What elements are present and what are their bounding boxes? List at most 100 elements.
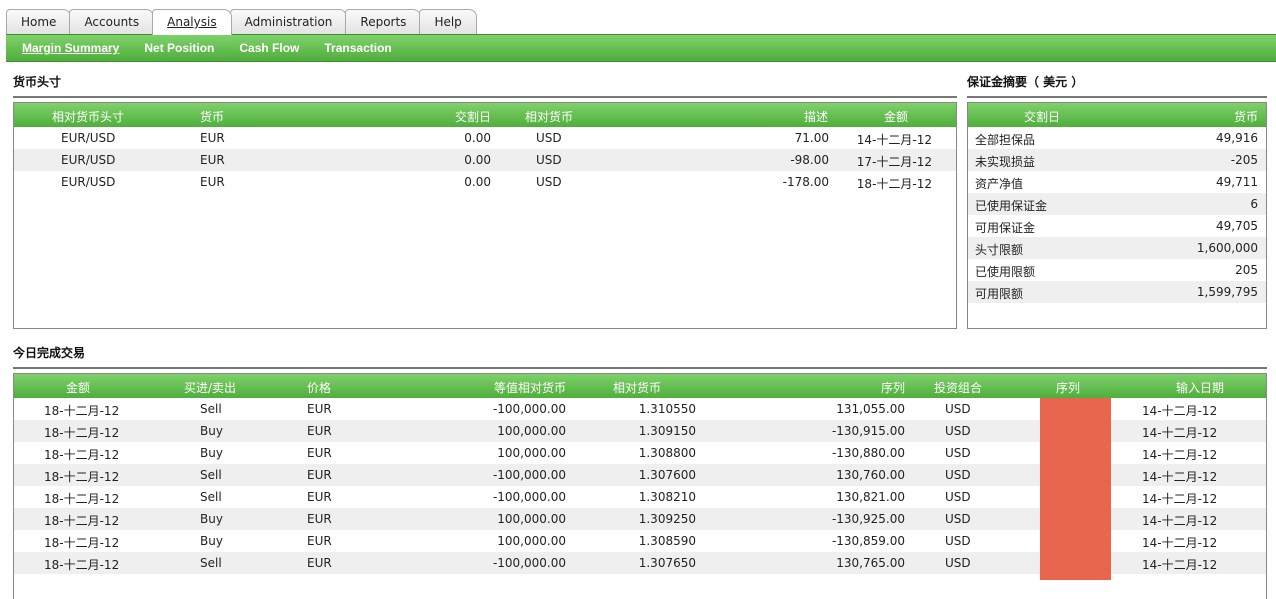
cell: 18-十二月-12	[44, 426, 120, 440]
cell: 已使用限额	[975, 265, 1036, 279]
cell: 18-十二月-12	[44, 448, 120, 462]
positions-header: 相对货币头寸 货币 交割日 相对货币 描述 金额	[14, 103, 956, 127]
cell: 17-十二月-12	[856, 155, 932, 169]
cell: USD	[536, 153, 562, 167]
header-col[interactable]: 序列	[881, 379, 905, 396]
tab-home[interactable]: Home	[6, 9, 72, 34]
cell: 资产净值	[975, 177, 1024, 191]
cell: -130,925.00	[831, 512, 905, 526]
header-col[interactable]: 货币	[1234, 108, 1258, 125]
cell: 14-十二月-12	[1142, 470, 1218, 484]
cell: 未实现损益	[975, 155, 1036, 169]
cell: 1.308800	[638, 446, 696, 460]
table-row: 已使用保证金 6	[968, 193, 1266, 215]
table-row[interactable]: EUR/USD EUR 0.00 USD -178.00 18-十二月-12	[14, 171, 956, 193]
subtab-transaction[interactable]: Transaction	[324, 41, 391, 55]
cell: -100,000.00	[492, 490, 566, 504]
header-col[interactable]: 价格	[307, 379, 331, 396]
cell: Buy	[200, 446, 223, 460]
cell: -178.00	[782, 175, 829, 189]
cell: 0.00	[464, 175, 491, 189]
table-row[interactable]: EUR/USD EUR 0.00 USD -98.00 17-十二月-12	[14, 149, 956, 171]
header-col[interactable]: 交割日	[1024, 108, 1060, 125]
cell: EUR/USD	[61, 131, 116, 145]
cell: EUR	[307, 468, 332, 482]
cell: 14-十二月-12	[1142, 558, 1218, 572]
header-col[interactable]: 买进/卖出	[184, 379, 236, 396]
cell: 130,760.00	[836, 468, 905, 482]
tab-help[interactable]: Help	[419, 9, 477, 34]
cell: Buy	[200, 534, 223, 548]
header-col[interactable]: 相对货币头寸	[52, 108, 124, 125]
cell: 已使用保证金	[975, 199, 1048, 213]
cell: -98.00	[790, 153, 829, 167]
header-col[interactable]: 投资组合	[934, 379, 982, 396]
cell: USD	[945, 534, 971, 548]
header-col[interactable]: 序列	[1056, 379, 1080, 396]
header-col[interactable]: 货币	[200, 108, 224, 125]
header-col[interactable]: 输入日期	[1176, 379, 1224, 396]
cell: 1.309250	[638, 512, 696, 526]
table-row: 可用限额 1,599,795	[968, 281, 1266, 303]
sub-navigation: Margin Summary Net Position Cash Flow Tr…	[6, 34, 1276, 62]
cell: -130,915.00	[831, 424, 905, 438]
cell: 14-十二月-12	[1142, 536, 1218, 550]
cell: 14-十二月-12	[1142, 426, 1218, 440]
subtab-cash-flow[interactable]: Cash Flow	[239, 41, 299, 55]
tab-administration[interactable]: Administration	[229, 9, 348, 34]
table-row: 资产净值 49,711	[968, 171, 1266, 193]
cell: 18-十二月-12	[44, 470, 120, 484]
header-col[interactable]: 等值相对货币	[494, 379, 566, 396]
header-col[interactable]: 相对货币	[613, 379, 661, 396]
cell: EUR	[307, 512, 332, 526]
cell: EUR/USD	[61, 153, 116, 167]
table-row: 未实现损益 -205	[968, 149, 1266, 171]
cell: USD	[536, 175, 562, 189]
cell: 0.00	[464, 153, 491, 167]
cell: 49,711	[1216, 175, 1258, 189]
table-row: 可用保证金 49,705	[968, 215, 1266, 237]
cell: EUR	[307, 534, 332, 548]
positions-title: 货币头寸	[13, 73, 957, 98]
subtab-margin-summary[interactable]: Margin Summary	[22, 41, 119, 55]
tab-accounts[interactable]: Accounts	[69, 9, 155, 34]
cell: USD	[536, 131, 562, 145]
cell: USD	[945, 446, 971, 460]
cell: Sell	[200, 468, 222, 482]
cell: 6	[1250, 197, 1258, 211]
cell: EUR	[200, 175, 225, 189]
table-row[interactable]: EUR/USD EUR 0.00 USD 71.00 14-十二月-12	[14, 127, 956, 149]
cell: EUR	[307, 556, 332, 570]
table-row: 全部担保品 49,916	[968, 127, 1266, 149]
cell: 14-十二月-12	[1142, 404, 1218, 418]
cell: 1.308210	[638, 490, 696, 504]
redacted-block	[1040, 398, 1111, 580]
cell: 71.00	[794, 131, 829, 145]
header-col[interactable]: 相对货币	[525, 108, 573, 125]
header-col[interactable]: 金额	[66, 379, 90, 396]
cell: 130,765.00	[836, 556, 905, 570]
cell: 18-十二月-12	[44, 558, 120, 572]
header-col[interactable]: 描述	[804, 108, 828, 125]
positions-table: 相对货币头寸 货币 交割日 相对货币 描述 金额 EUR/USD EUR 0.0…	[13, 102, 957, 329]
cell: USD	[945, 424, 971, 438]
cell: 1,600,000	[1196, 241, 1258, 255]
cell: 18-十二月-12	[856, 177, 932, 191]
cell: EUR	[307, 402, 332, 416]
cell: Sell	[200, 402, 222, 416]
tab-reports[interactable]: Reports	[345, 9, 422, 34]
cell: Sell	[200, 556, 222, 570]
cell: USD	[945, 468, 971, 482]
header-col[interactable]: 金额	[884, 108, 908, 125]
cell: 头寸限额	[975, 243, 1024, 257]
tab-analysis[interactable]: Analysis	[152, 9, 232, 35]
cell: 18-十二月-12	[44, 492, 120, 506]
cell: 18-十二月-12	[44, 536, 120, 550]
table-row: 已使用限额 205	[968, 259, 1266, 281]
header-col[interactable]: 交割日	[455, 108, 491, 125]
cell: -130,880.00	[831, 446, 905, 460]
cell: USD	[945, 490, 971, 504]
cell: -205	[1230, 153, 1258, 167]
subtab-net-position[interactable]: Net Position	[144, 41, 214, 55]
trades-table: 金额 买进/卖出 价格 等值相对货币 相对货币 序列 投资组合 序列 输入日期 …	[13, 373, 1267, 599]
